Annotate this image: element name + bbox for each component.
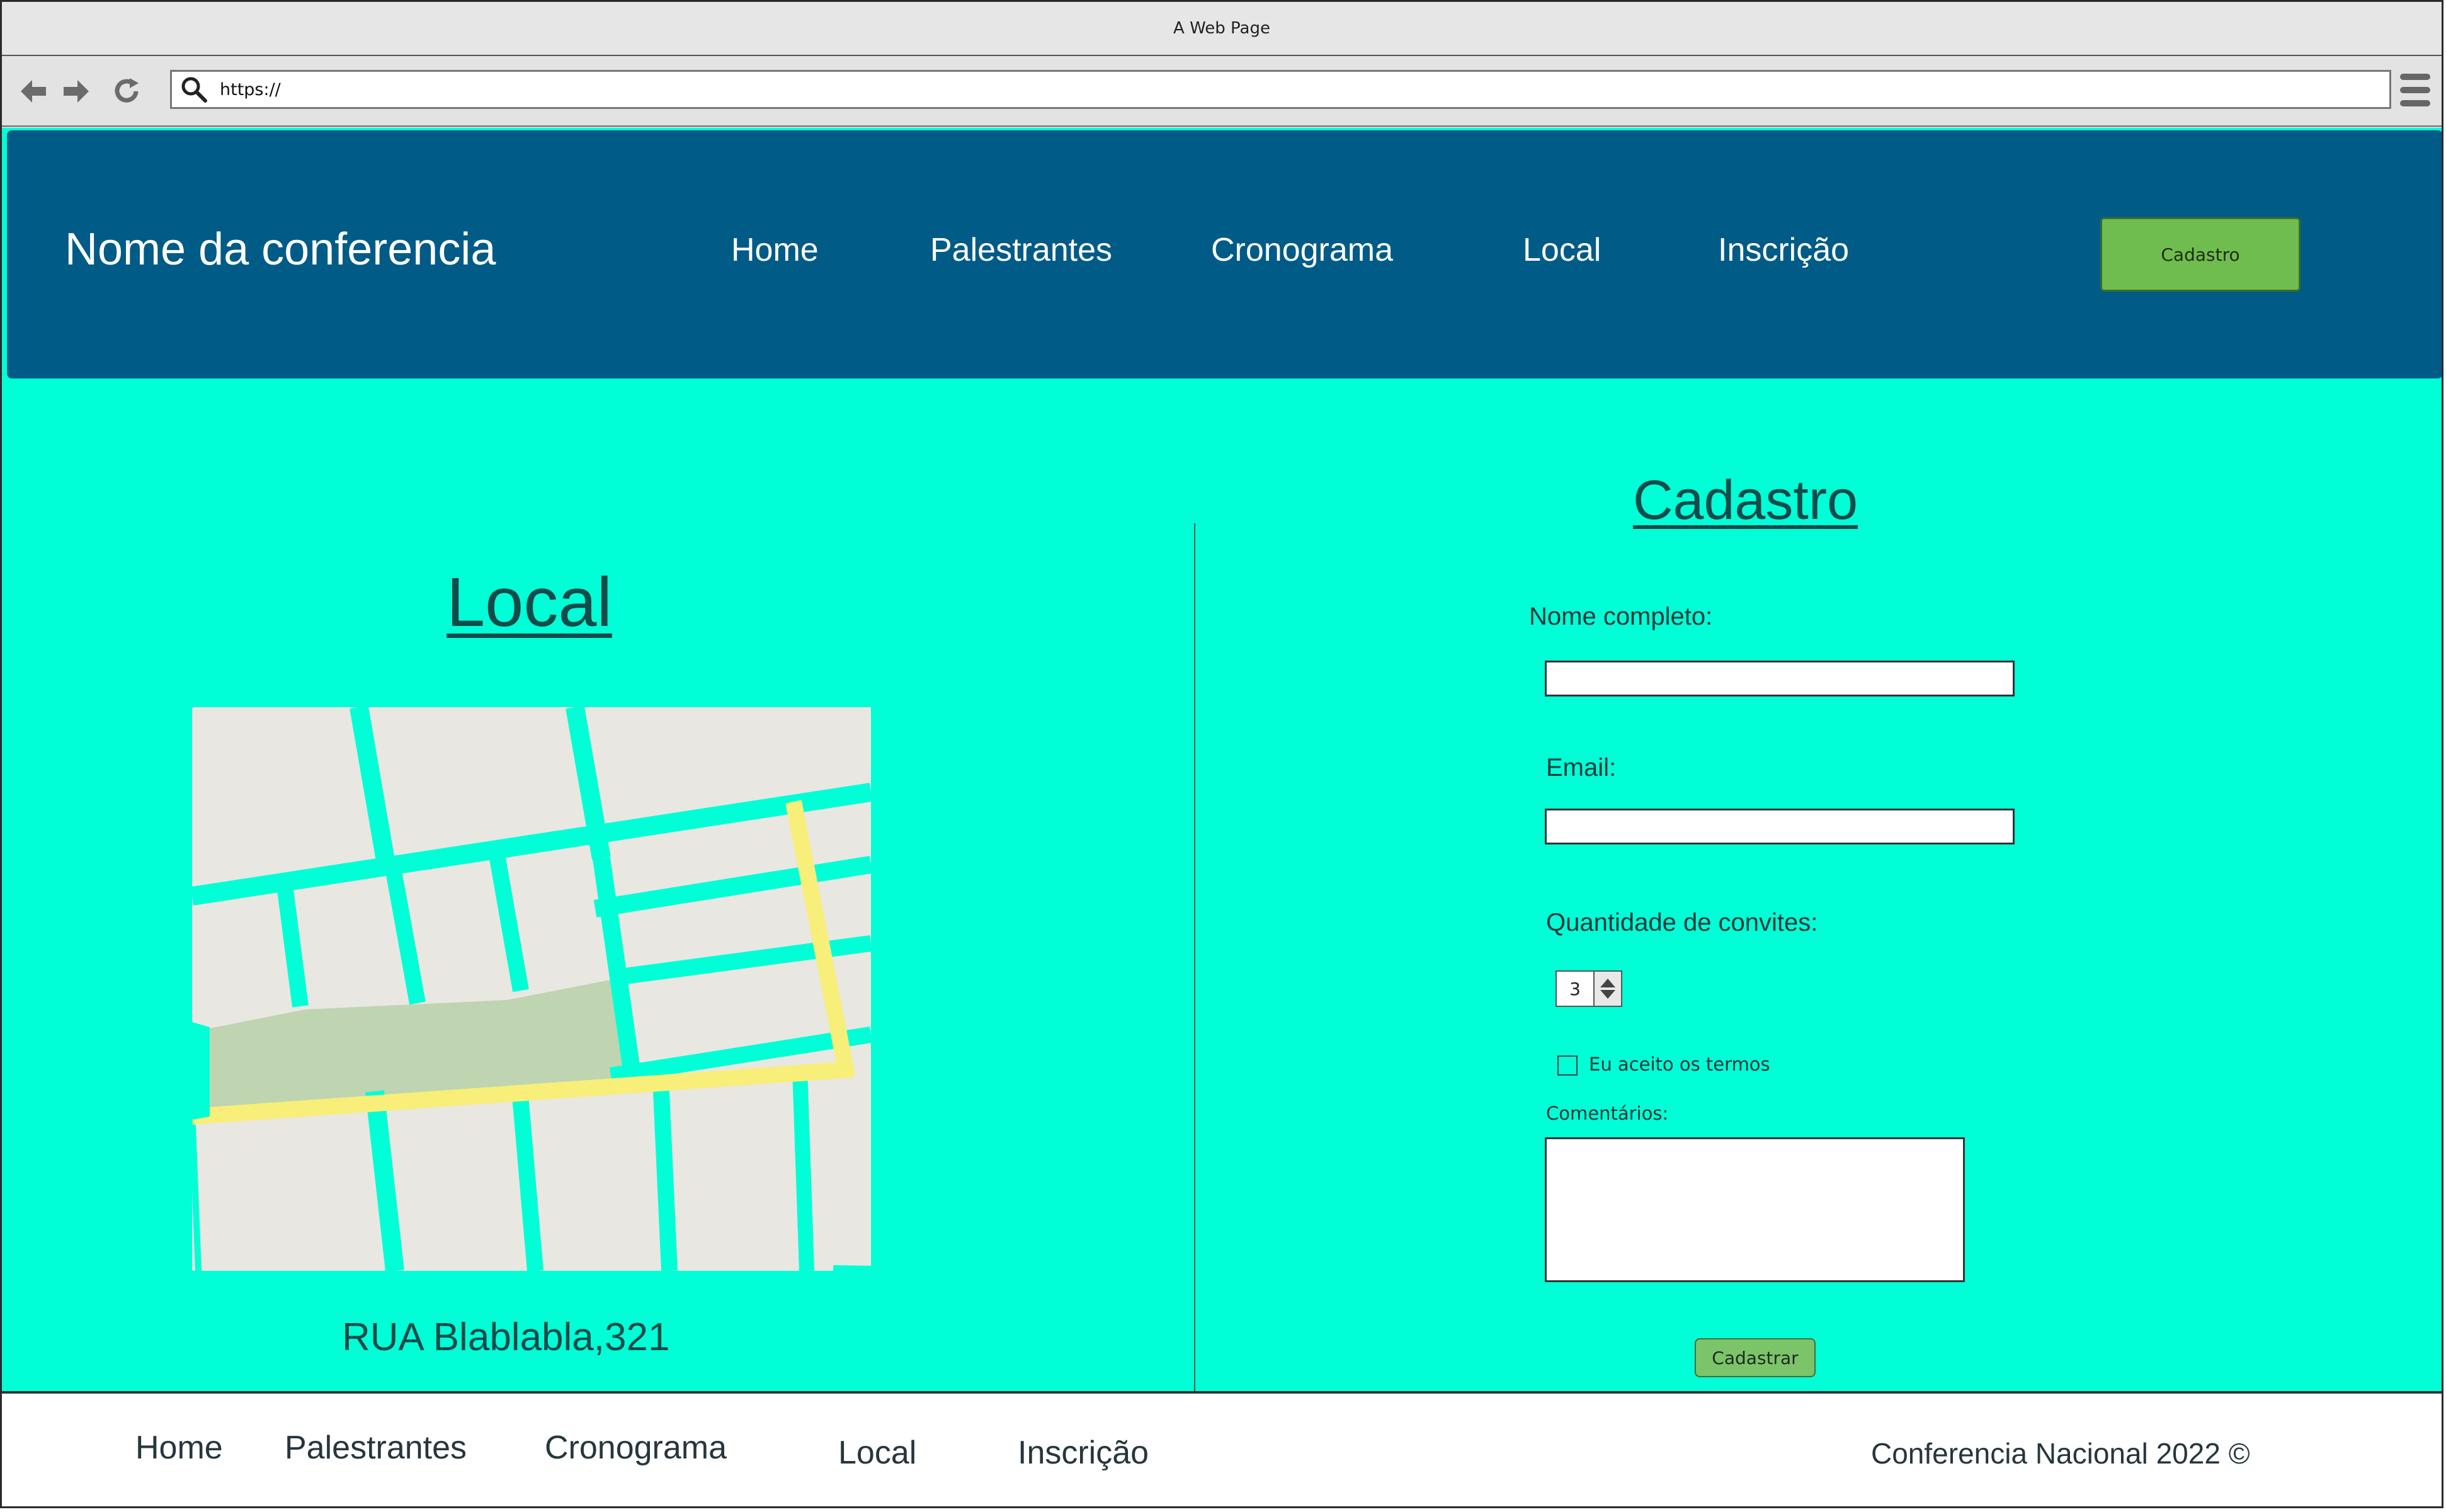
footer-nav-palestrantes[interactable]: Palestrantes: [285, 1429, 467, 1467]
url-text: https://: [220, 79, 281, 99]
address-bar[interactable]: https://: [170, 70, 2391, 109]
footer-nav-inscricao[interactable]: Inscrição: [1018, 1434, 1149, 1472]
nav-cronograma[interactable]: Cronograma: [1211, 231, 1393, 269]
local-heading: Local: [447, 564, 612, 641]
column-divider: [1194, 523, 1195, 1392]
page-content: Nome da conferencia Home Palestrantes Cr…: [2, 128, 2442, 1506]
footer-copyright: Conferencia Nacional 2022 ©: [1871, 1437, 2250, 1470]
window-title: A Web Page: [1173, 19, 1270, 38]
comments-label: Comentários:: [1546, 1103, 1669, 1124]
nav-inscricao[interactable]: Inscrição: [1718, 231, 1849, 269]
window-titlebar: A Web Page: [2, 2, 2442, 56]
stepper-down-icon[interactable]: [1600, 990, 1615, 999]
terms-checkbox[interactable]: [1557, 1055, 1578, 1076]
search-icon: [178, 74, 210, 105]
stepper-arrows[interactable]: [1593, 972, 1621, 1006]
cadastro-header-button[interactable]: Cadastro: [2100, 217, 2301, 292]
footer-nav-home[interactable]: Home: [135, 1429, 223, 1467]
email-field[interactable]: [1545, 809, 2015, 844]
browser-toolbar: https://: [2, 56, 2442, 127]
forward-arrow-icon[interactable]: [60, 75, 93, 108]
reload-icon[interactable]: [110, 75, 143, 108]
browser-window: A Web Page https:// Nome da conferencia …: [0, 0, 2443, 1508]
back-arrow-icon[interactable]: [17, 75, 50, 108]
footer-nav-local[interactable]: Local: [838, 1434, 916, 1472]
cadastrar-button[interactable]: Cadastrar: [1695, 1338, 1816, 1377]
name-label: Nome completo:: [1529, 603, 1713, 630]
cadastro-heading: Cadastro: [1633, 469, 1858, 531]
quantity-label: Quantidade de convites:: [1546, 909, 1818, 936]
comments-textarea[interactable]: [1545, 1137, 1965, 1282]
hamburger-menu-icon[interactable]: [2400, 74, 2430, 106]
stepper-up-icon[interactable]: [1600, 979, 1615, 987]
name-field[interactable]: [1545, 661, 2015, 696]
nav-local[interactable]: Local: [1523, 231, 1601, 269]
nav-palestrantes[interactable]: Palestrantes: [930, 231, 1112, 269]
email-label: Email:: [1546, 754, 1617, 782]
quantity-stepper[interactable]: 3: [1556, 970, 1622, 1007]
terms-label: Eu aceito os termos: [1589, 1054, 1770, 1075]
location-map[interactable]: [192, 707, 871, 1271]
site-brand[interactable]: Nome da conferencia: [65, 224, 496, 275]
site-header: Nome da conferencia Home Palestrantes Cr…: [7, 130, 2442, 378]
footer-nav-cronograma[interactable]: Cronograma: [545, 1429, 727, 1467]
site-footer: Home Palestrantes Cronograma Local Inscr…: [2, 1391, 2442, 1506]
quantity-value: 3: [1569, 978, 1581, 999]
nav-home[interactable]: Home: [731, 231, 819, 269]
venue-address: RUA Blablabla,321: [342, 1316, 670, 1359]
